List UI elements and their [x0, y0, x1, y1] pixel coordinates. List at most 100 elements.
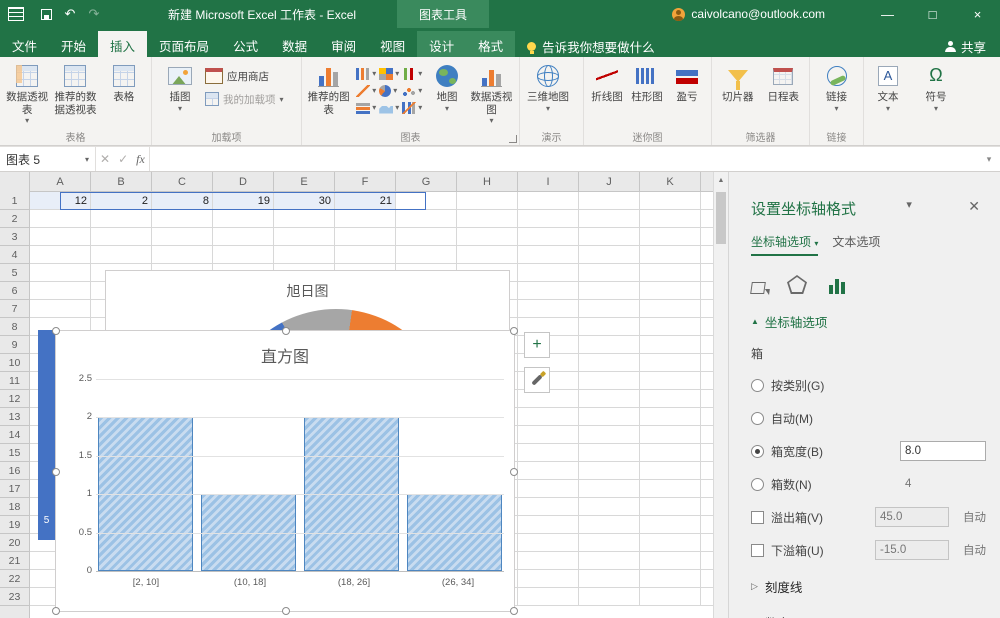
cell-J19[interactable] [579, 516, 640, 534]
cell-J15[interactable] [579, 444, 640, 462]
cell-J4[interactable] [579, 246, 640, 264]
link-button[interactable]: 链接 ▾ [813, 60, 860, 113]
cell-L19[interactable] [701, 516, 713, 534]
row-header-4[interactable]: 4 [0, 246, 29, 264]
row-header-6[interactable]: 6 [0, 282, 29, 300]
cell-I19[interactable] [518, 516, 579, 534]
cell-L7[interactable] [701, 300, 713, 318]
cell-B2[interactable] [91, 210, 152, 228]
tab-page-layout[interactable]: 页面布局 [147, 31, 221, 57]
cell-K22[interactable] [640, 570, 701, 588]
cell-L20[interactable] [701, 534, 713, 552]
cell-L3[interactable] [701, 228, 713, 246]
cell-K15[interactable] [640, 444, 701, 462]
cell-K1[interactable] [640, 192, 701, 210]
cell-J9[interactable] [579, 336, 640, 354]
cell-H3[interactable] [457, 228, 518, 246]
cell-A4[interactable] [30, 246, 91, 264]
cell-J20[interactable] [579, 534, 640, 552]
row-header-11[interactable]: 11 [0, 372, 29, 390]
my-addins-button[interactable]: 我的加载项 ▾ [205, 89, 284, 109]
cell-K13[interactable] [640, 408, 701, 426]
radio-icon[interactable] [751, 478, 764, 491]
cell-I14[interactable] [518, 426, 579, 444]
cell-K18[interactable] [640, 498, 701, 516]
cell-L5[interactable] [701, 264, 713, 282]
cell-E1[interactable]: 30 [274, 192, 335, 210]
row-header-15[interactable]: 15 [0, 444, 29, 462]
cell-L14[interactable] [701, 426, 713, 444]
pivottable-button[interactable]: 数据透视表 ▾ [3, 60, 51, 125]
cell-G1[interactable] [396, 192, 457, 210]
cell-H4[interactable] [457, 246, 518, 264]
maps-button[interactable]: 地图 ▾ [427, 60, 467, 113]
cell-L11[interactable] [701, 372, 713, 390]
insert-scatter-chart-button[interactable]: ▾ [402, 83, 423, 98]
map3d-button[interactable]: 三维地图 ▾ [523, 60, 573, 113]
column-header-H[interactable]: H [457, 172, 518, 191]
cell-I4[interactable] [518, 246, 579, 264]
cell-H2[interactable] [457, 210, 518, 228]
selection-handle[interactable] [510, 607, 518, 615]
cell-J16[interactable] [579, 462, 640, 480]
recommended-charts-button[interactable]: 推荐的图表 [305, 60, 352, 116]
cell-J1[interactable] [579, 192, 640, 210]
row-header-21[interactable]: 21 [0, 552, 29, 570]
cell-K16[interactable] [640, 462, 701, 480]
insert-column-chart-button[interactable]: ▾ [356, 66, 377, 81]
cell-K14[interactable] [640, 426, 701, 444]
illustrations-button[interactable]: 插图 ▾ [155, 60, 205, 113]
cell-E4[interactable] [274, 246, 335, 264]
cell-I20[interactable] [518, 534, 579, 552]
cell-J5[interactable] [579, 264, 640, 282]
close-button[interactable]: × [955, 0, 1000, 28]
scrollbar-thumb[interactable] [716, 192, 726, 244]
insert-bar-chart-button[interactable]: ▾ [356, 100, 377, 115]
row-header-16[interactable]: 16 [0, 462, 29, 480]
cell-J23[interactable] [579, 588, 640, 606]
checkbox-icon[interactable] [751, 511, 764, 524]
cell-L22[interactable] [701, 570, 713, 588]
radio-icon[interactable] [751, 412, 764, 425]
cell-J14[interactable] [579, 426, 640, 444]
name-box[interactable]: 图表 5 ▾ [0, 147, 96, 171]
dialog-launcher-icon[interactable] [509, 135, 517, 143]
pane-close-icon[interactable]: ✕ [962, 198, 986, 215]
section-axis-options[interactable]: ▲ 坐标轴选项 [751, 312, 986, 331]
cell-H1[interactable] [457, 192, 518, 210]
cell-L16[interactable] [701, 462, 713, 480]
selection-handle[interactable] [282, 327, 290, 335]
cell-I3[interactable] [518, 228, 579, 246]
cell-L8[interactable] [701, 318, 713, 336]
vertical-scrollbar[interactable]: ▲ [713, 172, 728, 618]
scroll-up-icon[interactable]: ▲ [714, 172, 728, 188]
cell-K11[interactable] [640, 372, 701, 390]
insert-function-button[interactable]: fx [136, 152, 145, 167]
option-automatic[interactable]: 自动(M) [751, 408, 986, 428]
cell-C4[interactable] [152, 246, 213, 264]
tab-file[interactable]: 文件 [0, 31, 49, 57]
chart-elements-button[interactable]: + [524, 332, 550, 358]
cell-I5[interactable] [518, 264, 579, 282]
pivotchart-button[interactable]: 数据透视图 ▾ [467, 60, 516, 125]
cell-L23[interactable] [701, 588, 713, 606]
cell-D4[interactable] [213, 246, 274, 264]
cell-C3[interactable] [152, 228, 213, 246]
cell-L6[interactable] [701, 282, 713, 300]
formula-input[interactable] [150, 147, 978, 171]
option-overflow-bin[interactable]: 溢出箱(V) 45.0 自动 [751, 507, 986, 527]
cell-E3[interactable] [274, 228, 335, 246]
sparkline-column-button[interactable]: 柱形图 [627, 60, 667, 104]
cell-D3[interactable] [213, 228, 274, 246]
account-info[interactable]: caivolcano@outlook.com [672, 7, 825, 21]
row-header-19[interactable]: 19 [0, 516, 29, 534]
cell-K10[interactable] [640, 354, 701, 372]
cell-K21[interactable] [640, 552, 701, 570]
option-bin-count[interactable]: 箱数(N) 4 [751, 474, 986, 494]
tab-axis-options[interactable]: 坐标轴选项 ▾ [751, 233, 818, 256]
pane-options-chevron-icon[interactable]: ▾ [900, 198, 918, 211]
cell-D1[interactable]: 19 [213, 192, 274, 210]
cell-E2[interactable] [274, 210, 335, 228]
row-header-22[interactable]: 22 [0, 570, 29, 588]
cell-I13[interactable] [518, 408, 579, 426]
